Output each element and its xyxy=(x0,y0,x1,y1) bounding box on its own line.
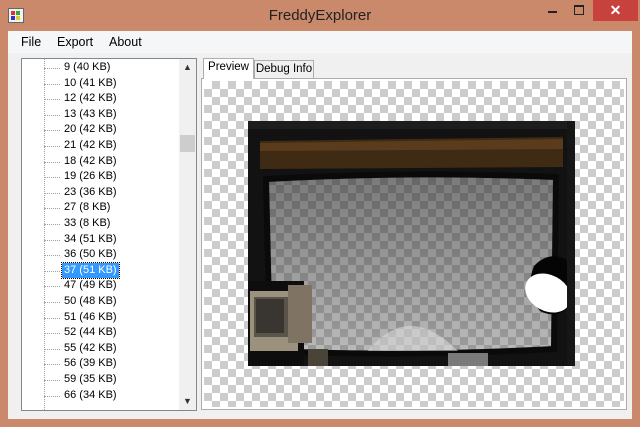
menu-file[interactable]: File xyxy=(21,31,41,53)
file-tree[interactable]: 9 (40 KB) 10 (41 KB) 12 (42 KB) 13 (43 KB) 2… xyxy=(21,58,197,411)
preview-area xyxy=(204,81,624,407)
tree-connector xyxy=(44,348,60,350)
tree-item-label: 52 (44 KB) xyxy=(64,326,117,339)
tree-item[interactable]: 21 (42 KB) xyxy=(22,138,179,154)
tree-item[interactable]: 13 (43 KB) xyxy=(22,107,179,123)
close-button[interactable]: ✕ xyxy=(593,0,638,21)
tree-item-label: 34 (51 KB) xyxy=(64,232,117,245)
close-icon: ✕ xyxy=(609,2,622,18)
tree-connector xyxy=(44,130,60,132)
tree-item[interactable]: 50 (48 KB) xyxy=(22,294,179,310)
tree-connector xyxy=(44,317,60,319)
tab-debug-info[interactable]: Debug Info xyxy=(254,60,314,79)
tree-item-label: 19 (26 KB) xyxy=(64,170,117,183)
tree-item[interactable]: 27 (8 KB) xyxy=(22,200,179,216)
tree-item-label: 20 (42 KB) xyxy=(64,123,117,136)
tree-item-label: 37 (51 KB) xyxy=(61,261,120,279)
tree-connector xyxy=(44,302,60,303)
menu-bar: File Export About xyxy=(8,31,632,53)
tree-item[interactable]: 52 (44 KB) xyxy=(22,325,179,341)
tree-item[interactable]: 36 (50 KB) xyxy=(22,247,179,263)
minimize-button[interactable] xyxy=(539,0,566,21)
tree-item-label: 21 (42 KB) xyxy=(64,139,117,151)
menu-about[interactable]: About xyxy=(109,31,142,53)
app-window: FreddyExplorer ✕ File Export About 9 (40… xyxy=(0,0,640,427)
tree-connector xyxy=(44,224,60,225)
tree-item-label: 56 (39 KB) xyxy=(64,357,117,370)
tree-item-label: 55 (42 KB) xyxy=(64,341,117,354)
preview-image xyxy=(248,121,575,366)
tree-item[interactable]: 47 (49 KB) xyxy=(22,278,179,294)
tree-item-label: 12 (42 KB) xyxy=(64,92,117,105)
tree-item[interactable]: 23 (36 KB) xyxy=(22,185,179,201)
tree-connector xyxy=(44,380,60,381)
maximize-button[interactable] xyxy=(566,0,593,21)
tree-connector xyxy=(44,68,60,69)
tree-item[interactable]: 56 (39 KB) xyxy=(22,356,179,372)
tab-page-preview xyxy=(201,78,627,410)
tree-item-label: 36 (50 KB) xyxy=(64,248,117,261)
tree-item-label: 66 (34 KB) xyxy=(64,388,117,401)
tree-connector xyxy=(44,255,60,257)
tree-item[interactable]: 10 (41 KB) xyxy=(22,76,179,92)
tree-item[interactable]: 55 (42 KB) xyxy=(22,341,179,357)
tab-preview[interactable]: Preview xyxy=(203,58,254,79)
tree-item-label: 27 (8 KB) xyxy=(64,201,111,214)
tree-connector xyxy=(44,192,60,194)
menu-export[interactable]: Export xyxy=(57,31,93,53)
tree-connector xyxy=(44,364,60,366)
tree-item-label: 47 (49 KB) xyxy=(64,279,117,292)
tree-connector xyxy=(44,146,60,147)
tree-item[interactable]: 59 (35 KB) xyxy=(22,372,179,388)
tree-connector xyxy=(44,99,60,101)
tree-item-label: 33 (8 KB) xyxy=(64,217,111,229)
tree-item-label: 18 (42 KB) xyxy=(64,154,117,167)
tree-item[interactable]: 9 (40 KB) xyxy=(22,60,179,76)
tree-item[interactable]: 66 (34 KB) xyxy=(22,388,179,404)
tree-connector xyxy=(44,395,60,397)
tree-connector xyxy=(44,208,60,210)
tree-item[interactable]: 12 (42 KB) xyxy=(22,91,179,107)
tree-connector xyxy=(44,270,60,272)
tree-item-label: 50 (48 KB) xyxy=(64,295,117,307)
tree-item[interactable]: 18 (42 KB) xyxy=(22,154,179,170)
tree-connector xyxy=(44,83,60,85)
title-bar[interactable]: FreddyExplorer ✕ xyxy=(0,0,640,32)
tree-item[interactable]: 37 (51 KB) xyxy=(22,261,179,279)
tab-control: Preview Debug Info xyxy=(201,58,627,410)
tree-item-label: 23 (36 KB) xyxy=(64,185,117,198)
tree-connector xyxy=(44,177,60,179)
tree-connector xyxy=(44,239,60,241)
scroll-down-icon[interactable]: ▼ xyxy=(179,393,196,410)
scroll-thumb[interactable] xyxy=(180,135,195,152)
tree-item[interactable]: 51 (46 KB) xyxy=(22,310,179,326)
tree-item[interactable]: 19 (26 KB) xyxy=(22,169,179,185)
tree-item[interactable]: 33 (8 KB) xyxy=(22,216,179,232)
tree-connector xyxy=(44,333,60,335)
tree-item-label: 59 (35 KB) xyxy=(64,373,117,385)
tree-connector xyxy=(44,114,60,116)
tree-connector xyxy=(44,161,60,163)
client-area: File Export About 9 (40 KB) 10 (41 KB) 12 … xyxy=(8,31,632,419)
tree-item[interactable]: 34 (51 KB) xyxy=(22,232,179,248)
tree-connector xyxy=(44,286,60,288)
tree-item-label: 9 (40 KB) xyxy=(64,61,111,73)
scroll-up-icon[interactable]: ▲ xyxy=(179,59,196,76)
tree-item-label: 51 (46 KB) xyxy=(64,310,117,323)
tree-item-label: 10 (41 KB) xyxy=(64,76,117,89)
tree-scrollbar[interactable]: ▲ ▼ xyxy=(179,59,196,410)
tree-item-label: 13 (43 KB) xyxy=(64,107,117,120)
tree-item[interactable]: 20 (42 KB) xyxy=(22,122,179,138)
